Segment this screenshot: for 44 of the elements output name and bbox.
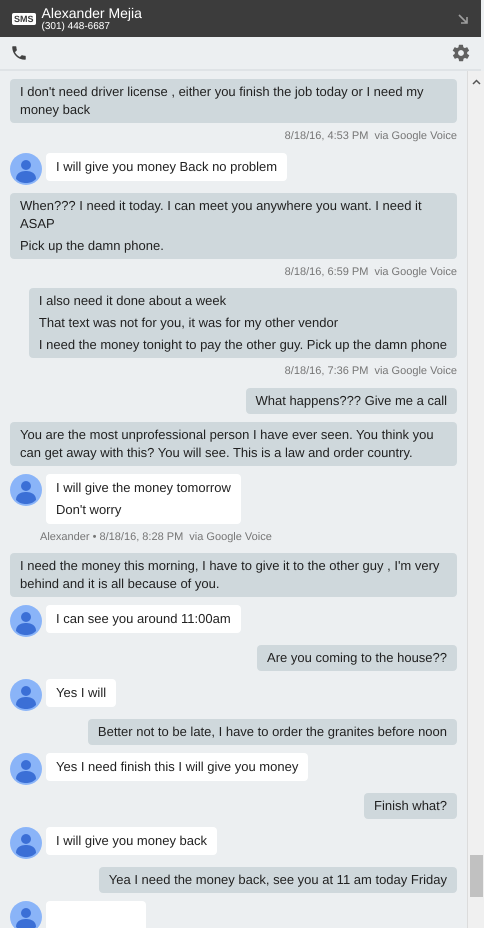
message-text: I will give you money Back no problem (56, 158, 278, 176)
contact-phone: (301) 448-6687 (42, 20, 110, 32)
message-text: What happens??? Give me a call (256, 392, 447, 410)
message-text: You are the most unprofessional person I have ever seen. You think you can get away with this? You will see. This is a law and order country. (20, 426, 435, 462)
message-text: I will give you money back (56, 832, 208, 850)
avatar-icon (10, 474, 42, 506)
message-text: Don't worry (56, 500, 122, 518)
message-text: I will give the money tomorrow (56, 478, 231, 496)
via-label: via Google Voice (374, 264, 457, 280)
via-label: via Google Voice (189, 530, 272, 544)
message-text: I don't need driver license , either you finish the job today or I need my money back (20, 83, 425, 119)
sms-badge: SMS (12, 12, 36, 24)
message-text: Finish what? (374, 797, 447, 815)
message-text: I also need it done about a week (38, 292, 228, 310)
avatar-icon (10, 827, 42, 859)
avatar-icon (10, 753, 42, 785)
expand-arrow-icon[interactable] (457, 12, 469, 24)
message-timestamp: 8/18/16, 4:53 PM (284, 129, 368, 144)
message-text: I can see you around 11:00am (56, 610, 231, 628)
message-text: I need the money this morning, I have to give it to the other guy , I'm very behind and it is all because of you. (20, 557, 440, 593)
via-label: via Google Voice (374, 129, 457, 144)
message-timestamp: 8/18/16, 7:36 PM (284, 364, 368, 379)
via-label: via Google Voice (374, 364, 457, 379)
message-text: Yes I need finish this I will give you money (56, 758, 298, 776)
message-text: I need the money tonight to pay the other guy. Pick up the damn phone (38, 336, 447, 354)
settings-icon[interactable] (451, 43, 471, 63)
message-text: That text was not for you, it was for my other vendor (38, 314, 340, 332)
message-timestamp: Alexander • 8/18/16, 8:28 PM (40, 530, 184, 544)
message-text: Yea I need the money back, see you at 11 am today Friday (108, 871, 447, 889)
message-text: Yes I will (56, 684, 106, 702)
message-text: Better not to be late, I have to order the granites before noon (98, 723, 447, 741)
avatar-icon (10, 605, 42, 637)
scrollbar-thumb[interactable] (470, 855, 482, 897)
avatar-icon (10, 679, 42, 711)
scrollbar[interactable] (467, 71, 484, 928)
phone-icon[interactable] (10, 44, 28, 62)
message-timestamp: 8/18/16, 6:59 PM (284, 264, 368, 280)
message-text: Pick up the damn phone. (20, 236, 165, 254)
scroll-up-icon[interactable] (472, 79, 480, 85)
message-text: When??? I need it today. I can meet you anywhere you want. I need it ASAP (20, 196, 423, 232)
avatar-icon (10, 152, 42, 184)
message-text: Are you coming to the house?? (267, 649, 447, 667)
contact-name: Alexander Mejia (42, 4, 143, 20)
avatar-icon (10, 901, 42, 928)
